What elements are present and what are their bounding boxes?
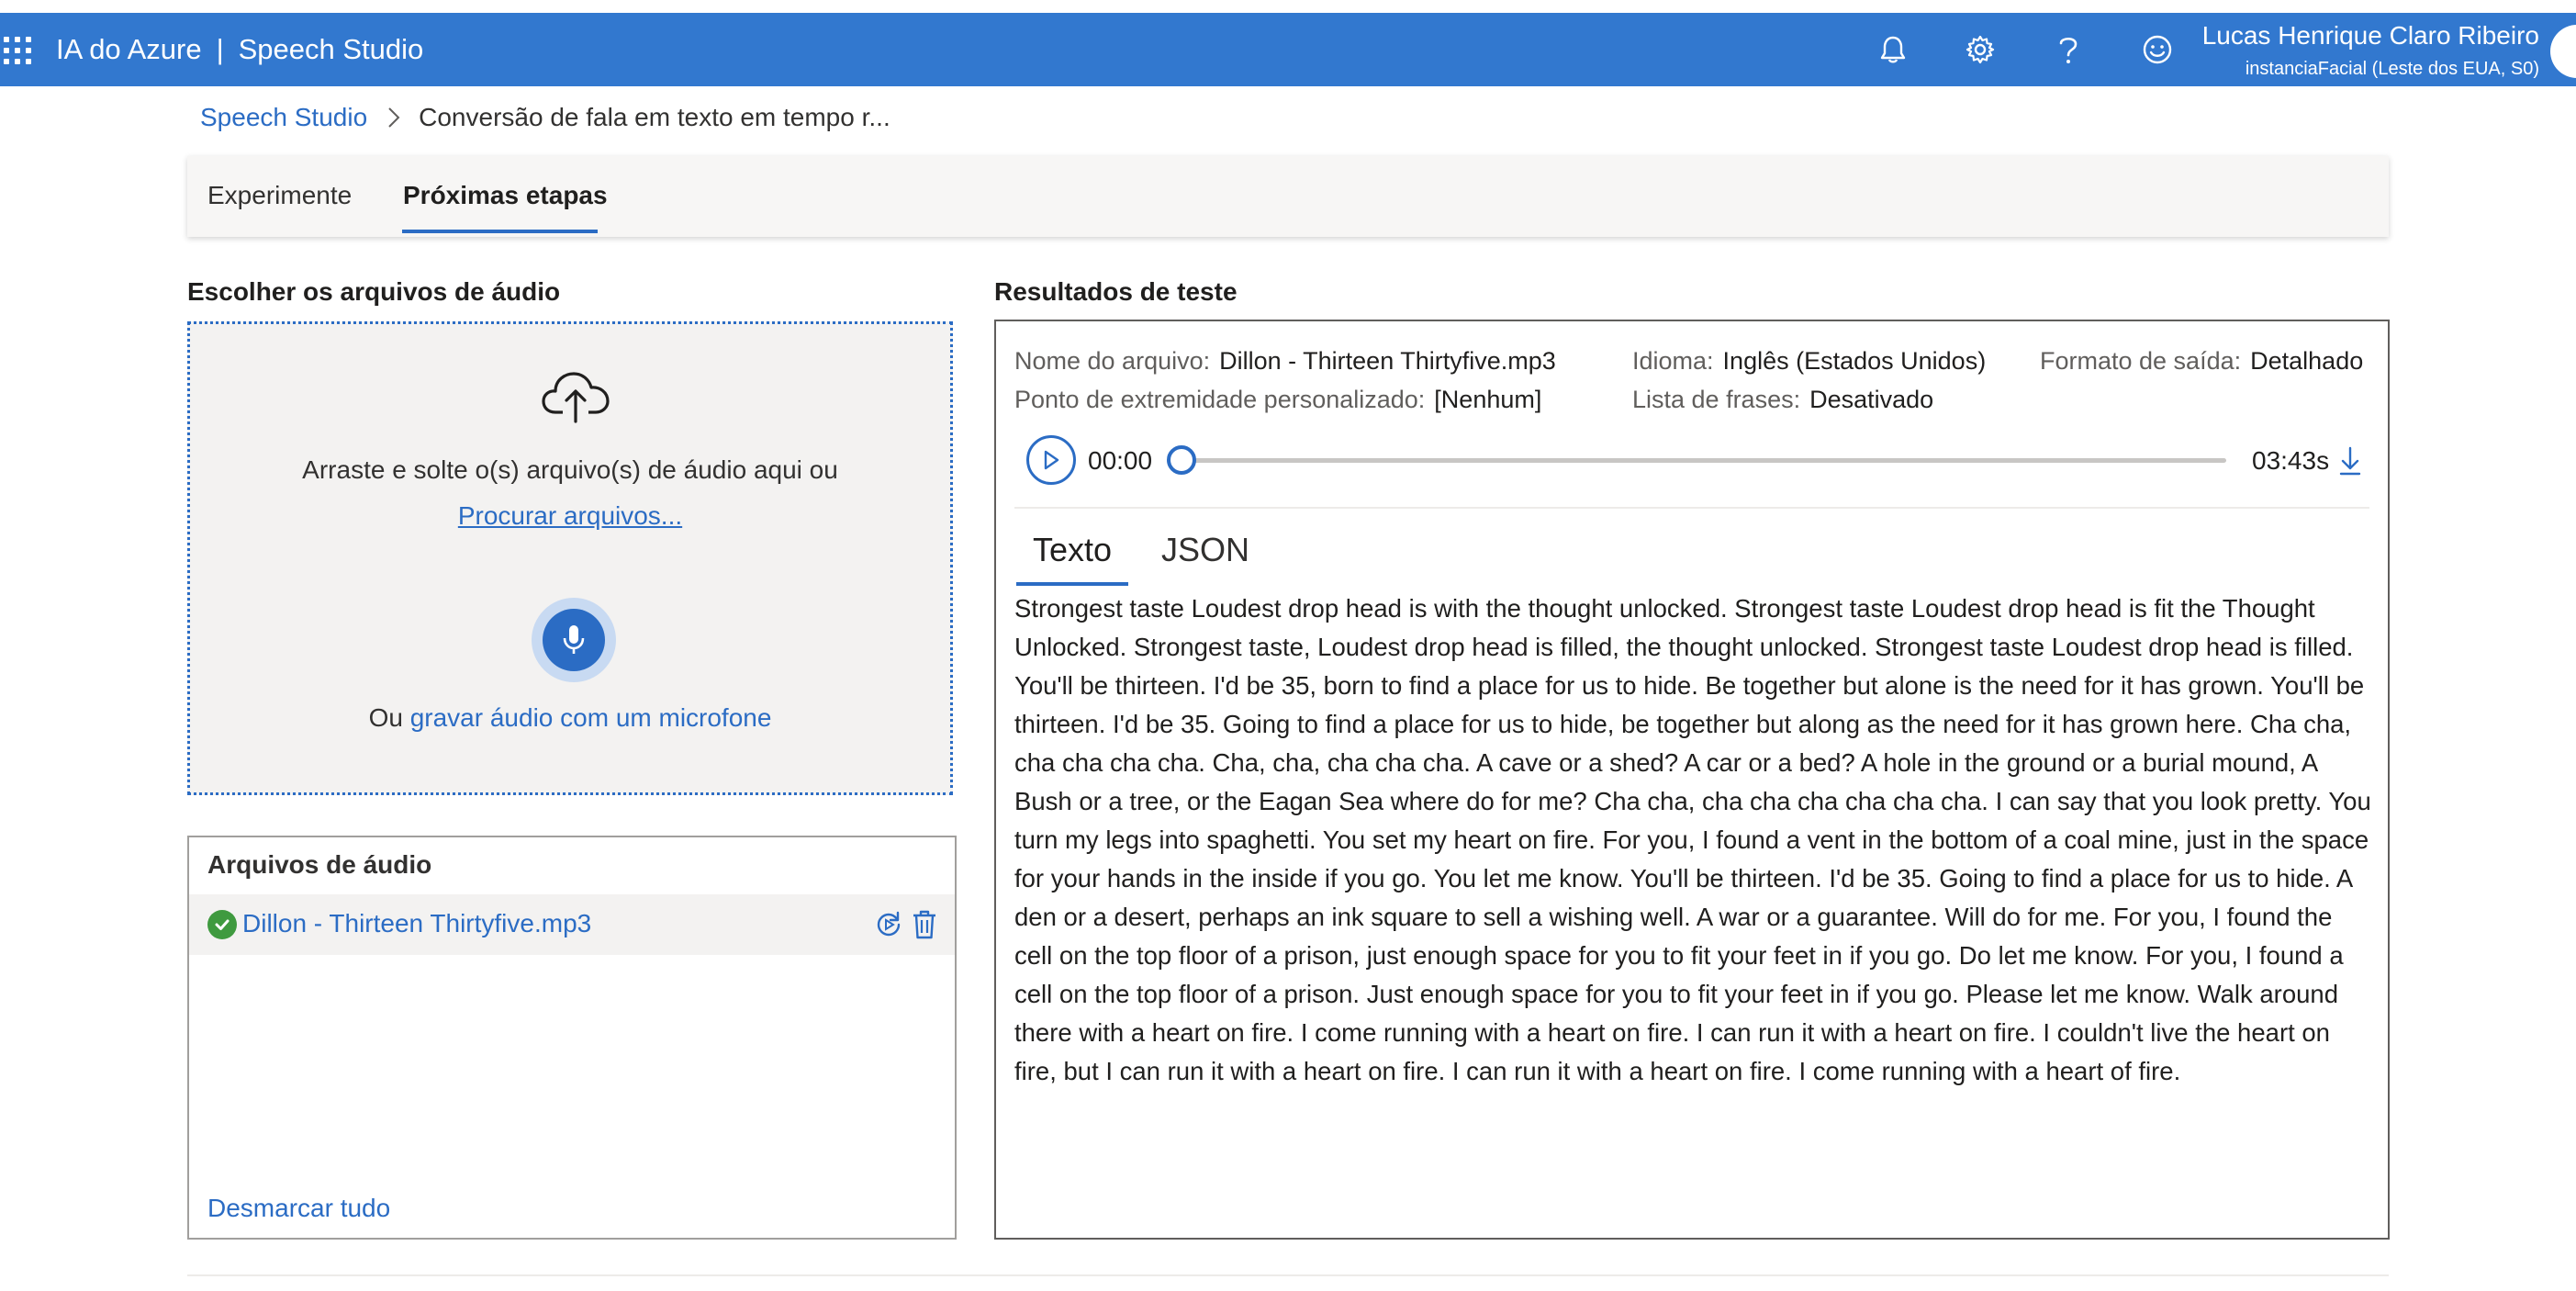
audio-file-name[interactable]: Dillon - Thirteen Thirtyfive.mp3 xyxy=(242,909,591,938)
meta-language: Idioma: Inglês (Estados Unidos) xyxy=(1632,347,1986,376)
results-divider xyxy=(1014,507,2369,509)
current-time: 00:00 xyxy=(1088,446,1153,475)
meta-output-format: Formato de saída: Detalhado xyxy=(2040,347,2363,376)
audio-dropzone[interactable]: Arraste e solte o(s) arquivo(s) de áudio… xyxy=(187,321,953,795)
mic-prefix: Ou xyxy=(368,703,403,732)
app-launcher-icon[interactable] xyxy=(4,37,31,64)
retry-icon[interactable] xyxy=(874,909,905,940)
meta-language-label: Idioma: xyxy=(1632,347,1714,375)
upload-section-title: Escolher os arquivos de áudio xyxy=(187,277,561,306)
breadcrumb-current: Conversão de fala em texto em tempo r... xyxy=(419,103,890,131)
audio-progress-thumb[interactable] xyxy=(1167,445,1196,475)
user-name[interactable]: Lucas Henrique Claro Ribeiro xyxy=(2202,21,2539,51)
meta-file-name: Nome do arquivo: Dillon - Thirteen Thirty… xyxy=(1014,347,1556,376)
meta-file-label: Nome do arquivo: xyxy=(1014,347,1211,375)
breadcrumb: Speech Studio Conversão de fala em texto… xyxy=(200,103,890,132)
page-bottom-divider xyxy=(187,1274,2389,1276)
gear-icon[interactable] xyxy=(1962,31,1999,68)
top-bar: IA do Azure | Speech Studio Lucas Henrique… xyxy=(0,13,2576,86)
cloud-upload-icon xyxy=(541,368,610,425)
browse-files-link[interactable]: Procurar arquivos... xyxy=(190,501,950,531)
window-top-band xyxy=(0,0,2576,13)
tab-proximas-etapas[interactable]: Próximas etapas xyxy=(403,181,608,210)
play-icon xyxy=(1044,450,1059,470)
microphone-icon xyxy=(563,625,585,654)
meta-endpoint: Ponto de extremidade personalizado: [Nenh… xyxy=(1014,386,1541,414)
app-name[interactable]: Speech Studio xyxy=(239,33,424,65)
audio-progress-slider[interactable] xyxy=(1167,445,2226,475)
user-subscription[interactable]: instanciaFacial (Leste dos EUA, S0) xyxy=(2246,59,2539,80)
meta-phrases-label: Lista de frases: xyxy=(1632,386,1801,413)
avatar[interactable] xyxy=(2550,25,2576,78)
audio-files-panel: Arquivos de áudio Dillon - Thirteen Thir… xyxy=(187,836,957,1240)
record-mic-link[interactable]: gravar áudio com um microfone xyxy=(410,703,772,732)
tab-json[interactable]: JSON xyxy=(1161,531,1249,569)
meta-phrases-value: Desativado xyxy=(1809,386,1934,413)
results-section-title: Resultados de teste xyxy=(994,277,1238,306)
download-icon[interactable] xyxy=(2336,445,2364,477)
drop-text: Arraste e solte o(s) arquivo(s) de áudio… xyxy=(302,455,838,484)
meta-language-value: Inglês (Estados Unidos) xyxy=(1722,347,1987,375)
page-tabs: Experimente Próximas etapas xyxy=(187,156,2389,237)
meta-endpoint-value: [Nenhum] xyxy=(1434,386,1542,413)
meta-format-value: Detalhado xyxy=(2250,347,2364,375)
tab-texto[interactable]: Texto xyxy=(1033,531,1112,569)
meta-file-value: Dillon - Thirteen Thirtyfive.mp3 xyxy=(1219,347,1556,375)
success-check-icon xyxy=(207,910,237,939)
unselect-all-link[interactable]: Desmarcar tudo xyxy=(207,1194,390,1223)
meta-endpoint-label: Ponto de extremidade personalizado: xyxy=(1014,386,1426,413)
meta-phrase-list: Lista de frases: Desativado xyxy=(1632,386,1933,414)
play-button[interactable] xyxy=(1026,435,1076,485)
help-icon[interactable] xyxy=(2050,31,2087,68)
delete-icon[interactable] xyxy=(911,909,938,940)
feedback-smiley-icon[interactable] xyxy=(2139,31,2176,68)
breadcrumb-root-link[interactable]: Speech Studio xyxy=(200,103,367,132)
mic-text: Ou gravar áudio com um microfone xyxy=(190,703,950,733)
results-tab-indicator xyxy=(1016,582,1128,586)
tab-selected-indicator xyxy=(402,230,598,233)
brand: IA do Azure | Speech Studio xyxy=(56,31,423,68)
test-results-panel: Nome do arquivo: Dillon - Thirteen Thirty… xyxy=(994,320,2390,1240)
bell-icon[interactable] xyxy=(1875,31,1911,68)
transcript-text: Strongest taste Loudest drop head is wit… xyxy=(1014,594,2371,1085)
product-name[interactable]: IA do Azure xyxy=(56,33,202,65)
microphone-button[interactable] xyxy=(543,609,605,671)
tab-experimente[interactable]: Experimente xyxy=(207,181,352,210)
brand-separator: | xyxy=(216,33,224,65)
meta-format-label: Formato de saída: xyxy=(2040,347,2242,375)
audio-files-title: Arquivos de áudio xyxy=(207,850,432,879)
chevron-right-icon xyxy=(387,107,400,129)
list-item[interactable]: Dillon - Thirteen Thirtyfive.mp3 xyxy=(189,894,955,955)
total-time: 03:43s xyxy=(2252,446,2330,475)
